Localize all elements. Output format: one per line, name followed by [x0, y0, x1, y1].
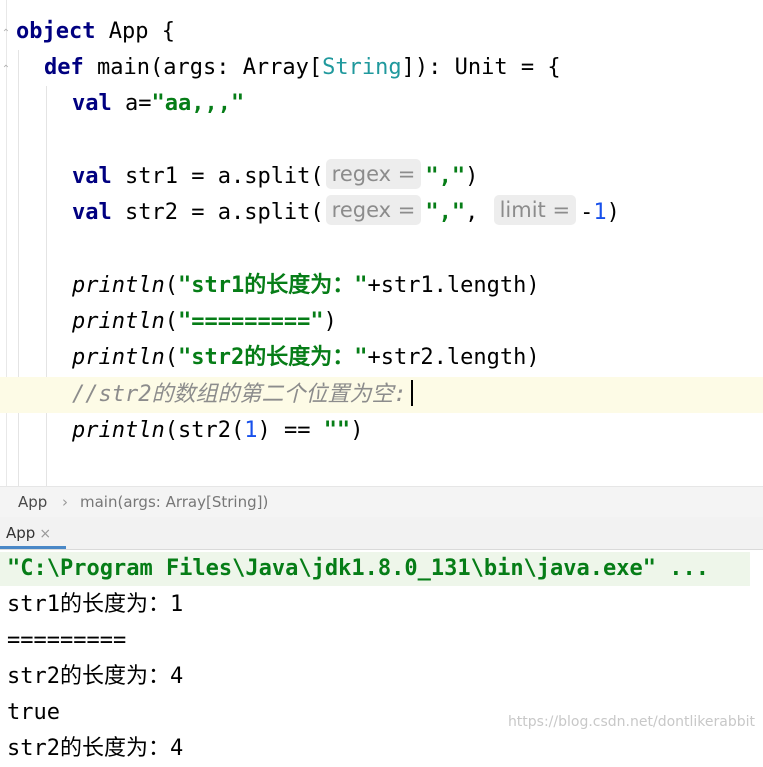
console-line: =========	[7, 628, 127, 653]
run-tab-label: App	[6, 524, 36, 542]
code-text: str2 = a.split(	[111, 200, 324, 225]
run-tool-window-header: App ×	[0, 517, 763, 550]
string-literal: "str2的长度为："	[177, 345, 368, 370]
parameter-hint: regex =	[325, 159, 422, 189]
code-text: -	[580, 200, 594, 225]
code-line-3[interactable]: val a="aa,,,"	[72, 86, 244, 122]
code-line-5[interactable]: val str1 = a.split(regex = ",")	[72, 159, 478, 195]
code-text: )	[606, 200, 620, 225]
number-literal: 1	[593, 200, 607, 225]
number-literal: 1	[244, 418, 258, 443]
parameter-hint: regex =	[325, 195, 422, 225]
code-line-10[interactable]: println("str2的长度为："+str2.length)	[72, 340, 540, 376]
comment: //str2的数组的第二个位置为空:	[72, 382, 407, 407]
type-name: String	[322, 55, 402, 80]
breadcrumb-separator-icon: ›	[62, 493, 68, 511]
code-text: str1 = a.split(	[111, 164, 324, 189]
parameter-hint: limit =	[493, 195, 577, 225]
code-text: App {	[95, 19, 175, 44]
code-text: (str2(	[164, 418, 245, 443]
code-text: ,	[465, 200, 492, 225]
indent-guide	[46, 86, 47, 486]
code-text: )	[323, 309, 337, 334]
console-line: str2的长度为：4	[7, 664, 184, 689]
code-text: )	[350, 418, 364, 443]
breadcrumb-method[interactable]: main(args: Array[String])	[80, 487, 268, 517]
fold-marker-icon[interactable]: ⌃	[0, 28, 12, 40]
code-line-8[interactable]: println("str1的长度为："+str1.length)	[72, 268, 540, 304]
keyword: def	[44, 55, 84, 80]
function-name: println	[72, 309, 165, 334]
code-line-2[interactable]: def main(args: Array[String]): Unit = {	[44, 50, 561, 86]
code-text: )	[465, 164, 479, 189]
text-caret	[410, 380, 413, 406]
function-name: println	[72, 273, 165, 298]
breadcrumb: App › main(args: Array[String])	[0, 486, 763, 517]
code-text: (	[164, 309, 178, 334]
indent-guide	[18, 50, 19, 486]
code-text: (	[164, 345, 178, 370]
console-line: true	[7, 700, 60, 725]
string-literal: ","	[425, 164, 466, 189]
code-text: ]): Unit = {	[401, 55, 561, 80]
string-literal: "str1的长度为："	[177, 273, 368, 298]
function-name: println	[72, 345, 165, 370]
function-name: println	[72, 418, 165, 443]
string-literal: ""	[323, 418, 351, 443]
code-text: +str2.length)	[367, 345, 540, 370]
watermark: https://blog.csdn.net/dontlikerabbit	[507, 714, 755, 730]
code-line-6[interactable]: val str2 = a.split(regex = ",", limit = -1…	[72, 195, 620, 231]
code-line-9[interactable]: println("=========")	[72, 304, 337, 340]
close-icon[interactable]: ×	[39, 526, 51, 542]
code-text: ) ==	[257, 418, 324, 443]
code-text: (	[164, 273, 178, 298]
breadcrumb-file[interactable]: App	[18, 487, 47, 517]
keyword: val	[72, 200, 112, 225]
run-tab-app[interactable]: App ×	[0, 517, 66, 549]
keyword: object	[16, 19, 96, 44]
code-editor[interactable]: ⌃ ⌃ object App { def main(args: Array[St…	[0, 0, 763, 486]
code-text: a=	[111, 91, 152, 116]
code-text: +str1.length)	[367, 273, 540, 298]
string-literal: "========="	[177, 309, 324, 334]
console-line: str1的长度为：1	[7, 592, 184, 617]
fold-marker-icon[interactable]: ⌃	[0, 64, 12, 76]
code-line-1[interactable]: object App {	[16, 14, 175, 50]
string-literal: ","	[425, 200, 466, 225]
code-line-11[interactable]: //str2的数组的第二个位置为空:	[72, 377, 413, 413]
code-line-12[interactable]: println(str2(1) == "")	[72, 413, 363, 449]
console-line: str2的长度为：4	[7, 736, 184, 761]
keyword: val	[72, 91, 112, 116]
console-command-line: "C:\Program Files\Java\jdk1.8.0_131\bin\…	[7, 556, 709, 581]
string-literal: "aa,,,"	[151, 91, 245, 116]
keyword: val	[72, 164, 112, 189]
code-text: main(args: Array[	[83, 55, 323, 80]
